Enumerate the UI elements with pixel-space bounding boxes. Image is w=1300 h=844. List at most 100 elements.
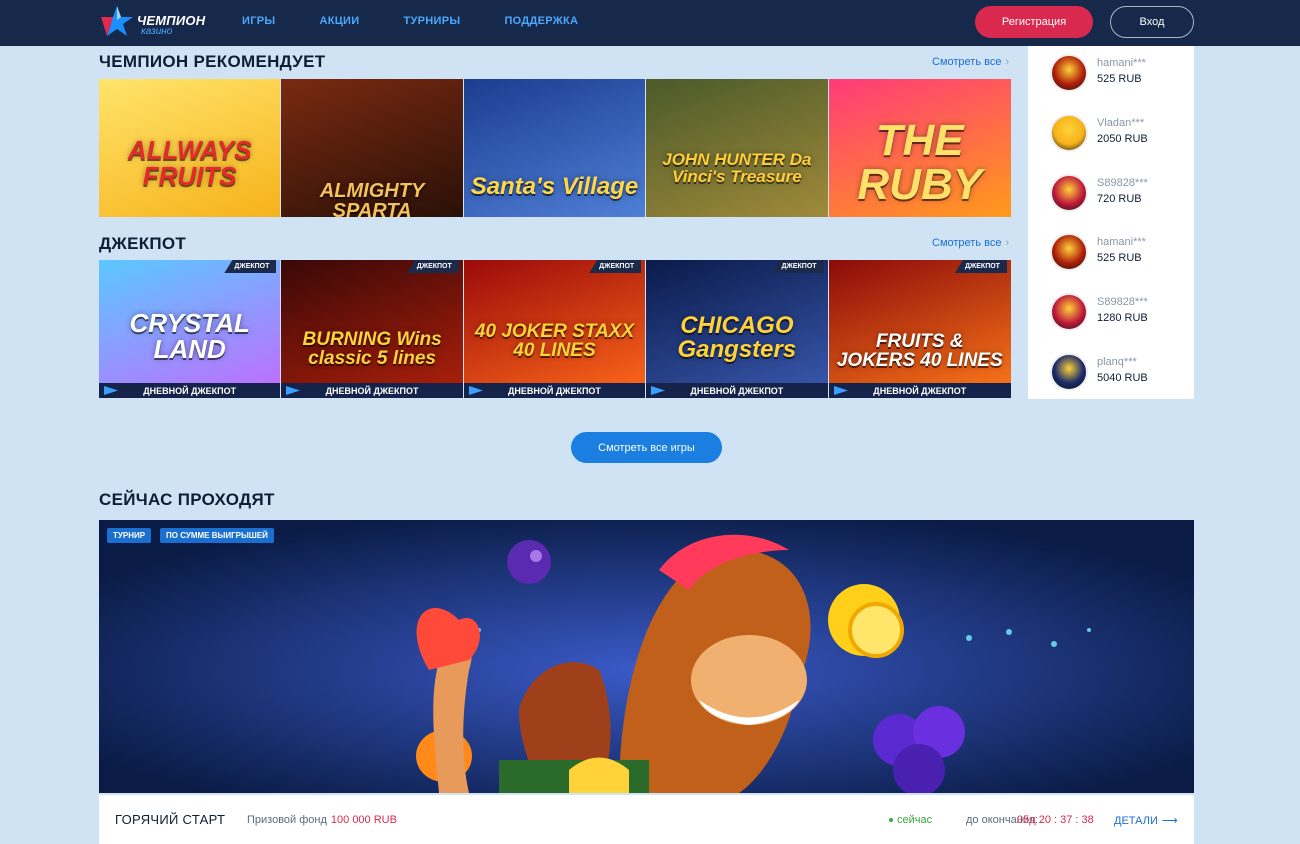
winner-game-avatar <box>1050 233 1088 271</box>
daily-jackpot-label: ДНЕВНОЙ ДЖЕКПОТ <box>508 385 601 396</box>
daily-jackpot-label: ДНЕВНОЙ ДЖЕКПОТ <box>143 385 237 396</box>
daily-jackpot-strip: ДНЕВНОЙ ДЖЕКПОТ <box>646 383 828 398</box>
game-title: CHICAGO Gangsters <box>677 312 797 363</box>
jackpot-badge: ДЖЕКПОТ <box>589 260 642 273</box>
game-tile[interactable]: ALMIGHTY SPARTA <box>281 79 464 217</box>
winner-name: S89828*** <box>1097 296 1148 308</box>
arrow-right-icon: ⟶ <box>1161 815 1178 827</box>
status-label: сейчас <box>897 814 933 826</box>
tournament-banner[interactable]: ТУРНИР ПО СУММЕ ВЫИГРЫШЕЙ <box>99 520 1194 793</box>
provider-icon <box>468 386 483 395</box>
game-tile[interactable]: JOHN HUNTER Da Vinci's Treasure <box>646 79 829 217</box>
details-label: ДЕТАЛИ <box>1114 814 1158 827</box>
winner-game-avatar <box>1050 293 1088 331</box>
tournament-type-tag: ПО СУММЕ ВЫИГРЫШЕЙ <box>160 528 274 543</box>
winner-item[interactable]: hamani*** 525 RUB <box>1050 54 1190 94</box>
chevron-right-icon: › <box>1005 56 1010 68</box>
game-tile[interactable]: CHICAGO Gangsters ДЖЕКПОТ ДНЕВНОЙ ДЖЕКПОТ <box>646 260 829 398</box>
game-tile[interactable]: THE RUBY <box>828 79 1011 217</box>
nav-promotions[interactable]: АКЦИИ <box>319 15 359 27</box>
recommends-title: ЧЕМПИОН РЕКОМЕНДУЕТ <box>99 52 326 71</box>
game-tile[interactable]: CRYSTAL LAND ДЖЕКПОТ ДНЕВНОЙ ДЖЕКПОТ <box>99 260 282 398</box>
daily-jackpot-label: ДНЕВНОЙ ДЖЕКПОТ <box>873 385 967 396</box>
nav-tournaments[interactable]: ТУРНИРЫ <box>403 15 460 27</box>
game-title: CRYSTAL LAND <box>129 308 250 364</box>
jackpot-badge: ДЖЕКПОТ <box>771 260 824 273</box>
game-title: JOHN HUNTER Da Vinci's Treasure <box>662 150 812 186</box>
tournament-banner-art <box>99 520 1194 793</box>
details-link[interactable]: ДЕТАЛИ ⟶ <box>1114 814 1178 828</box>
countdown-timer: 05д 20 : 37 : 38 <box>1017 814 1094 826</box>
winner-amount: 525 RUB <box>1097 73 1142 85</box>
recommends-see-all-link[interactable]: Смотреть все › <box>932 56 1009 68</box>
logo[interactable]: ЧЕМПИОН казино <box>99 4 209 40</box>
game-title: THE RUBY <box>857 116 983 209</box>
winner-amount: 1280 RUB <box>1097 312 1148 324</box>
main-nav: ИГРЫ АКЦИИ ТУРНИРЫ ПОДДЕРЖКА <box>242 15 622 27</box>
winner-item[interactable]: S89828*** 720 RUB <box>1050 174 1190 214</box>
winner-name: S89828*** <box>1097 177 1148 189</box>
tournament-tag: ТУРНИР <box>107 528 152 543</box>
jackpot-see-all-link[interactable]: Смотреть все › <box>932 237 1009 249</box>
winner-amount: 525 RUB <box>1097 252 1142 264</box>
provider-icon <box>104 386 118 395</box>
nav-support[interactable]: ПОДДЕРЖКА <box>504 15 578 27</box>
winner-item[interactable]: planq*** 5040 RUB <box>1050 353 1190 393</box>
daily-jackpot-strip: ДНЕВНОЙ ДЖЕКПОТ <box>281 383 463 398</box>
see-all-label: Смотреть все <box>932 56 1002 68</box>
view-all-games-button[interactable]: Смотреть все игры <box>571 432 722 463</box>
game-tile[interactable]: FRUITS & JOKERS 40 LINES ДЖЕКПОТ ДНЕВНОЙ Д… <box>828 260 1011 398</box>
game-title: 40 JOKER STAXX 40 LINES <box>474 321 635 361</box>
winner-item[interactable]: Vladan*** 2050 RUB <box>1050 114 1190 154</box>
game-tile[interactable]: 40 JOKER STAXX 40 LINES ДЖЕКПОТ ДНЕВНОЙ ДЖ… <box>463 260 647 398</box>
recommends-row: ALLWAYS FRUITS ALMIGHTY SPARTA Santa's V… <box>99 79 1011 217</box>
winner-name: hamani*** <box>1097 236 1146 248</box>
winner-amount: 5040 RUB <box>1097 372 1148 384</box>
jackpot-badge: ДЖЕКПОТ <box>954 260 1007 273</box>
chevron-right-icon: › <box>1005 237 1010 249</box>
daily-jackpot-label: ДНЕВНОЙ ДЖЕКПОТ <box>690 385 784 396</box>
game-title: FRUITS & JOKERS 40 LINES <box>836 331 1003 371</box>
winner-name: Vladan*** <box>1097 117 1145 129</box>
prize-label: Призовой фонд <box>247 814 327 826</box>
winner-item[interactable]: hamani*** 525 RUB <box>1050 233 1190 273</box>
jackpot-badge: ДЖЕКПОТ <box>224 260 277 273</box>
tournament-status: сейчас <box>889 814 932 826</box>
provider-icon <box>286 386 301 395</box>
provider-icon <box>833 386 848 395</box>
game-title: BURNING Wins classic 5 lines <box>302 329 442 369</box>
winner-amount: 2050 RUB <box>1097 133 1148 145</box>
winner-item[interactable]: S89828*** 1280 RUB <box>1050 293 1190 333</box>
daily-jackpot-strip: ДНЕВНОЙ ДЖЕКПОТ <box>99 383 281 398</box>
register-button[interactable]: Регистрация <box>975 6 1093 38</box>
game-tile[interactable]: Santa's Village <box>463 79 647 217</box>
winner-game-avatar <box>1050 54 1088 92</box>
daily-jackpot-label: ДНЕВНОЙ ДЖЕКПОТ <box>325 385 419 396</box>
prize-value: 100 000 RUB <box>330 814 397 826</box>
top-header: ЧЕМПИОН казино ИГРЫ АКЦИИ ТУРНИРЫ ПОДДЕР… <box>0 0 1300 46</box>
game-tile[interactable]: BURNING Wins classic 5 lines ДЖЕКПОТ ДНЕВН… <box>281 260 464 398</box>
tournament-footer: ГОРЯЧИЙ СТАРТ Призовой фонд 100 000 RUB с… <box>99 795 1194 844</box>
daily-jackpot-strip: ДНЕВНОЙ ДЖЕКПОТ <box>828 383 1011 398</box>
winner-name: hamani*** <box>1097 57 1146 69</box>
game-title: Santa's Village <box>470 173 639 200</box>
jackpot-row: CRYSTAL LAND ДЖЕКПОТ ДНЕВНОЙ ДЖЕКПОТ BURNI… <box>99 260 1011 398</box>
winners-panel: hamani*** 525 RUB Vladan*** 2050 RUB S8982… <box>1028 46 1194 399</box>
winner-amount: 720 RUB <box>1097 193 1142 205</box>
nav-games[interactable]: ИГРЫ <box>242 15 275 27</box>
status-dot-icon <box>889 818 893 823</box>
prize-fund: Призовой фонд 100 000 RUB <box>247 814 397 826</box>
tournament-name: ГОРЯЧИЙ СТАРТ <box>115 812 226 827</box>
jackpot-badge: ДЖЕКПОТ <box>406 260 459 273</box>
winner-name: planq*** <box>1097 356 1137 368</box>
jackpot-title: ДЖЕКПОТ <box>99 234 187 253</box>
winner-game-avatar <box>1050 174 1088 212</box>
winner-game-avatar <box>1050 353 1088 391</box>
winner-game-avatar <box>1050 114 1088 152</box>
game-title: ALLWAYS FRUITS <box>127 135 252 191</box>
see-all-label: Смотреть все <box>932 237 1002 249</box>
star-icon <box>101 6 133 36</box>
login-button[interactable]: Вход <box>1110 6 1194 38</box>
daily-jackpot-strip: ДНЕВНОЙ ДЖЕКПОТ <box>463 383 646 398</box>
game-tile[interactable]: ALLWAYS FRUITS <box>99 79 282 217</box>
